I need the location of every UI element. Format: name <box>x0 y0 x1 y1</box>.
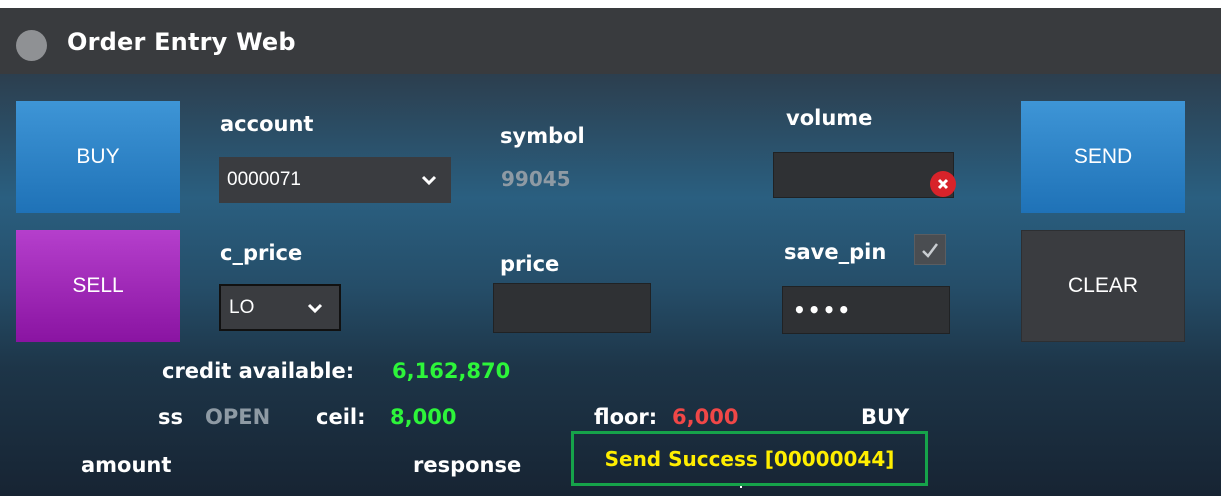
ceil-label: ceil: <box>316 405 366 429</box>
title-bar: Order Entry Web <box>0 8 1221 74</box>
clear-button[interactable]: CLEAR <box>1021 230 1185 342</box>
side-value: BUY <box>861 405 910 429</box>
floor-value: 6,000 <box>672 405 739 429</box>
price-label: price <box>500 252 560 276</box>
floor-label: floor: <box>594 405 658 429</box>
account-label: account <box>220 112 314 136</box>
response-label: response <box>413 453 522 477</box>
close-icon <box>937 178 949 190</box>
volume-label: volume <box>786 106 873 130</box>
pin-value: •••• <box>793 298 853 322</box>
symbol-label: symbol <box>500 124 585 148</box>
chevron-down-icon <box>307 303 323 313</box>
symbol-value: 99045 <box>501 167 571 191</box>
buy-button[interactable]: BUY <box>16 101 180 213</box>
credit-available-label: credit available: <box>162 359 355 383</box>
window-circle-icon <box>16 30 47 61</box>
window-title: Order Entry Web <box>67 28 296 56</box>
c-price-select[interactable]: LO <box>219 284 341 331</box>
amount-label: amount <box>81 453 172 477</box>
ceil-value: 8,000 <box>390 405 457 429</box>
save-pin-checkbox[interactable] <box>914 234 946 265</box>
sell-button[interactable]: SELL <box>16 230 180 342</box>
response-box: Send Success [00000044] <box>571 431 928 486</box>
c-price-label: c_price <box>220 241 303 265</box>
account-select[interactable]: 0000071 <box>219 157 451 203</box>
save-pin-label: save_pin <box>784 240 887 264</box>
price-input[interactable] <box>493 283 651 333</box>
ss-status-value: OPEN <box>205 405 271 429</box>
credit-available-value: 6,162,870 <box>392 359 511 383</box>
close-circle-icon[interactable] <box>930 171 956 197</box>
response-text: Send Success [00000044] <box>604 446 895 471</box>
checkmark-icon <box>922 242 938 258</box>
chevron-down-icon <box>421 175 437 186</box>
volume-input[interactable] <box>773 152 954 198</box>
pointer-marker <box>740 486 742 488</box>
ss-label: ss <box>158 405 183 429</box>
c-price-value: LO <box>229 296 255 318</box>
account-value: 0000071 <box>227 169 301 190</box>
pin-input[interactable]: •••• <box>782 286 950 334</box>
send-button[interactable]: SEND <box>1021 101 1185 213</box>
